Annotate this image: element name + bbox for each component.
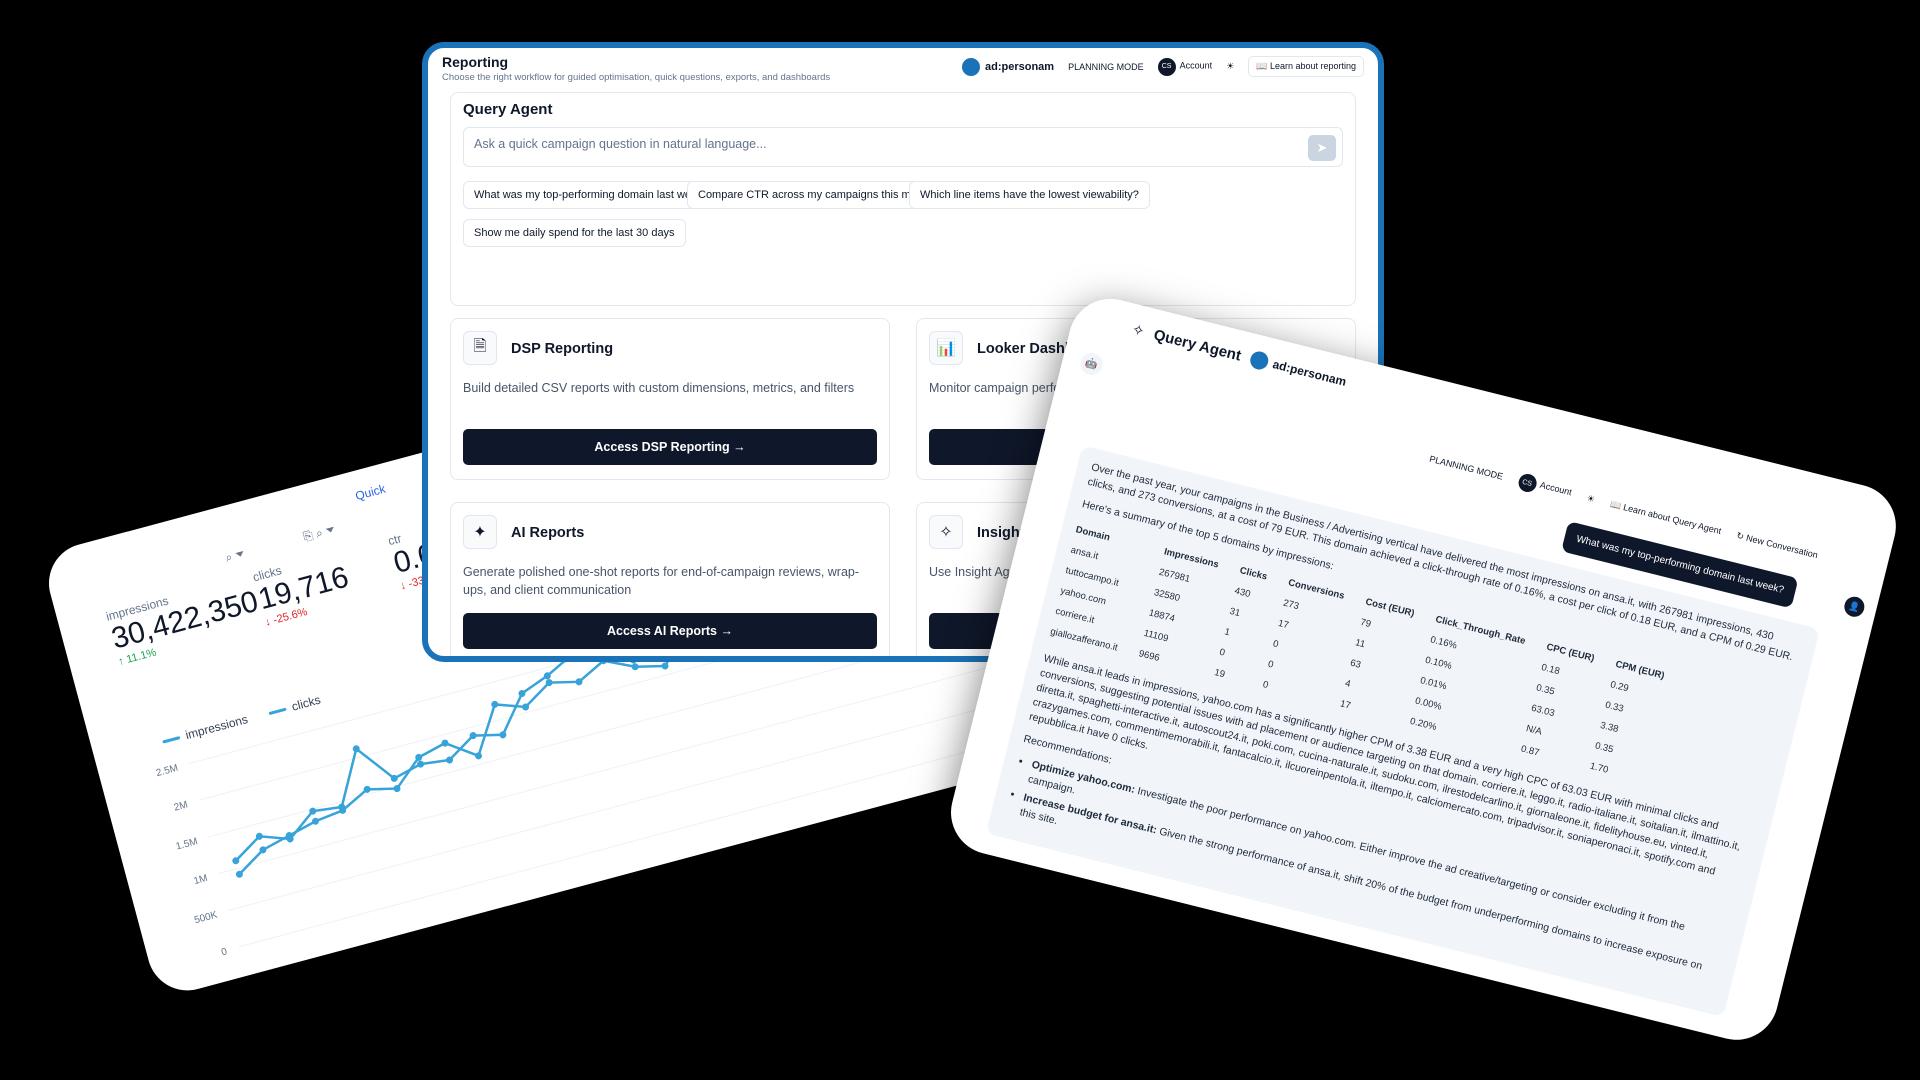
new-conversation-button[interactable]: ↻ New Conversation	[1735, 529, 1820, 561]
brand-logo-icon	[1248, 349, 1271, 372]
access-ai-reports-button[interactable]: Access AI Reports →	[463, 613, 877, 649]
data-point-impressions[interactable]	[499, 731, 508, 740]
brand-logo: ad:personam	[962, 57, 1055, 76]
card-title: DSP Reporting	[511, 341, 614, 357]
theme-toggle-icon[interactable]: ☀	[1586, 492, 1596, 505]
y-tick-label: 0	[220, 946, 229, 958]
reporting-header: Reporting Choose the right workflow for …	[428, 48, 1378, 90]
chat-title: Query Agent	[1152, 325, 1243, 365]
account-label: Account	[1538, 479, 1573, 498]
y-tick-label: 1.5M	[175, 836, 199, 852]
learn-query-agent-button[interactable]: 📖 Learn about Query Agent	[1609, 498, 1723, 536]
send-button[interactable]: ➤	[1308, 135, 1336, 161]
user-avatar-icon: 👤	[1842, 594, 1867, 619]
planning-mode-toggle[interactable]: PLANNING MODE	[1068, 62, 1144, 72]
access-dsp-reporting-button[interactable]: Access DSP Reporting →	[463, 429, 877, 465]
sparkle-icon: ✦	[463, 515, 497, 549]
sparkle-icon: ✧	[1129, 321, 1147, 341]
card-title: AI Reports	[511, 525, 585, 541]
new-conversation-label: New Conversation	[1745, 532, 1820, 560]
sparkles-icon: ✧	[929, 515, 963, 549]
card-description: Generate polished one-shot reports for e…	[463, 565, 860, 597]
header-actions: ad:personam PLANNING MODE CS Account ☀ 📖 …	[962, 56, 1364, 77]
send-icon: ➤	[1316, 140, 1328, 155]
suggestion-chip[interactable]: Which line items have the lowest viewabi…	[909, 181, 1150, 209]
suggestion-chip[interactable]: What was my top-performing domain last w…	[463, 181, 720, 209]
y-tick-label: 1M	[192, 873, 208, 887]
learn-reporting-button[interactable]: 📖 Learn about reporting	[1248, 56, 1364, 77]
learn-label: Learn about reporting	[1269, 61, 1356, 71]
data-point-clicks[interactable]	[474, 752, 483, 761]
screenshot-stage: Quick ⌕ ⏷ impressions 30,422,350 ↑ 11.1%…	[0, 0, 1920, 1080]
dsp-reporting-card: 🗎 DSP Reporting Build detailed CSV repor…	[450, 318, 890, 480]
y-tick-label: 2M	[173, 799, 189, 813]
refresh-icon: ↻	[1735, 529, 1746, 542]
bar-chart-icon: 📊	[929, 331, 963, 365]
account-label: Account	[1179, 60, 1213, 70]
book-icon: 📖	[1256, 61, 1268, 71]
learn-label: Learn about Query Agent	[1622, 501, 1723, 536]
suggestion-chip[interactable]: Compare CTR across my campaigns this mon…	[687, 181, 944, 209]
suggestion-chip[interactable]: Show me daily spend for the last 30 days	[463, 219, 686, 247]
planning-mode-toggle[interactable]: PLANNING MODE	[1428, 454, 1504, 482]
query-agent-title: Query Agent	[463, 101, 553, 118]
y-tick-label: 500K	[193, 910, 219, 927]
avatar: CS	[1157, 57, 1176, 76]
data-point-clicks[interactable]	[631, 662, 640, 671]
bot-avatar-icon: 🤖	[1078, 350, 1105, 378]
brand-logo-icon	[962, 57, 980, 76]
card-description: Build detailed CSV reports with custom d…	[463, 381, 855, 395]
account-button[interactable]: CS Account	[1516, 471, 1573, 503]
brand-name: ad:personam	[985, 60, 1055, 73]
account-button[interactable]: CS Account	[1157, 57, 1213, 76]
y-tick-label: 2.5M	[155, 763, 179, 779]
query-placeholder: Ask a quick campaign question in natural…	[474, 137, 767, 151]
avatar: CS	[1516, 471, 1539, 494]
theme-toggle-icon[interactable]: ☀	[1226, 61, 1234, 72]
query-agent-card: Query Agent Ask a quick campaign questio…	[450, 92, 1356, 306]
data-point-clicks[interactable]	[490, 700, 499, 709]
brand-name: ad:personam	[1271, 357, 1348, 389]
ai-reports-card: ✦ AI Reports Generate polished one-shot …	[450, 502, 890, 656]
brand-logo: ad:personam	[1248, 349, 1348, 391]
query-agent-chat-panel: ✧ Query Agent ad:personam 🤖 PLANNING MOD…	[942, 290, 1905, 1049]
book-icon: 📖	[1609, 498, 1623, 511]
document-icon: 🗎	[463, 331, 497, 365]
query-input[interactable]: Ask a quick campaign question in natural…	[463, 127, 1343, 167]
